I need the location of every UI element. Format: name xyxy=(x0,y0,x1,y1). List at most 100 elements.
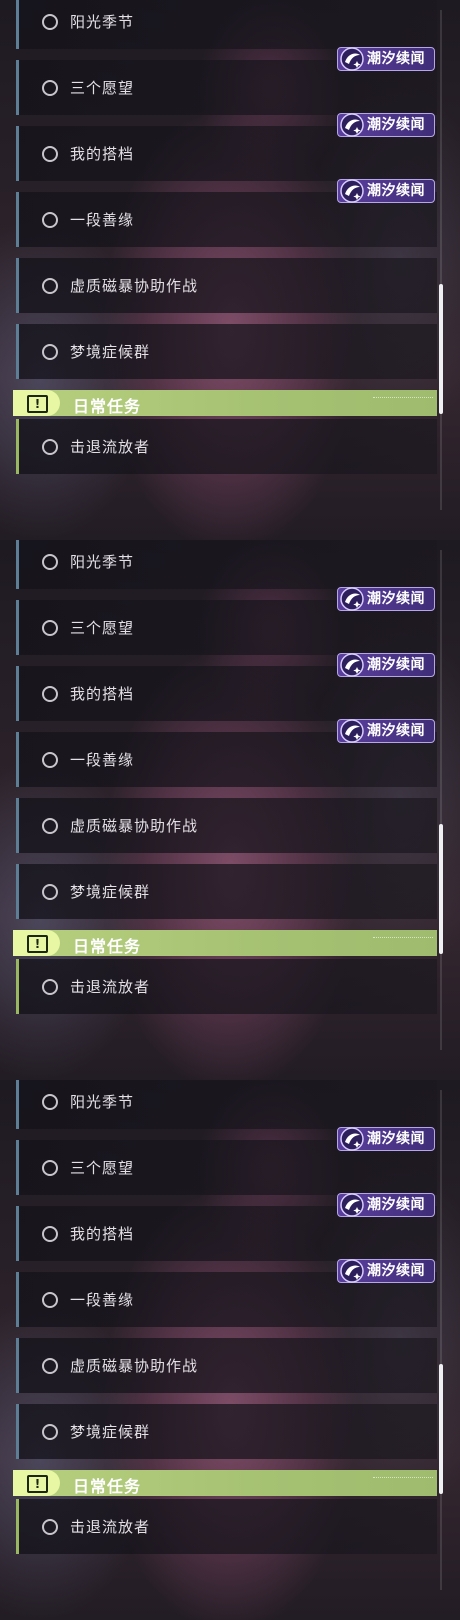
quest-item[interactable]: 梦境症候群 xyxy=(16,1404,437,1459)
quest-item[interactable]: 梦境症候群 xyxy=(16,864,437,919)
tidal-story-tag: 潮汐续闻 xyxy=(337,1193,435,1217)
radio-circle-icon xyxy=(42,146,58,162)
quest-label: 三个愿望 xyxy=(70,619,135,637)
radio-circle-icon xyxy=(42,818,58,834)
swirl-emblem-icon xyxy=(340,587,364,611)
tidal-story-tag: 潮汐续闻 xyxy=(337,179,435,203)
swirl-emblem-icon xyxy=(340,47,364,71)
exclamation-icon: ! xyxy=(27,1475,48,1493)
quest-item[interactable]: 三个愿望 潮汐续闻 xyxy=(16,587,437,655)
exclamation-icon: ! xyxy=(27,935,48,953)
quest-label: 阳光季节 xyxy=(70,1093,135,1111)
quest-item[interactable]: 一段善缘 潮汐续闻 xyxy=(16,1259,437,1327)
quest-item[interactable]: 虚质磁暴协助作战 xyxy=(16,1338,437,1393)
tidal-story-tag: 潮汐续闻 xyxy=(337,719,435,743)
daily-quests-header[interactable]: ! 日常任务 xyxy=(13,1470,437,1496)
radio-circle-icon xyxy=(42,344,58,360)
header-decoration xyxy=(373,937,433,941)
swirl-emblem-icon xyxy=(340,719,364,743)
radio-circle-icon xyxy=(42,1094,58,1110)
quest-label: 我的搭档 xyxy=(70,145,135,163)
quest-item[interactable]: 阳光季节 xyxy=(16,0,437,49)
quest-panel: 阳光季节 三个愿望 潮汐续闻 我的搭档 潮汐续闻 一段善缘 潮汐续闻 虚质磁暴协助作战 梦境症候… xyxy=(0,1080,460,1620)
section-title: 日常任务 xyxy=(73,397,142,416)
quest-item[interactable]: 三个愿望 潮汐续闻 xyxy=(16,47,437,115)
radio-circle-icon xyxy=(42,884,58,900)
scrollbar-thumb[interactable] xyxy=(439,284,443,414)
swirl-emblem-icon xyxy=(340,1127,364,1151)
swirl-emblem-icon xyxy=(340,1259,364,1283)
section-title: 日常任务 xyxy=(73,937,142,956)
section-badge: ! xyxy=(13,930,60,956)
quest-list: 阳光季节 三个愿望 潮汐续闻 我的搭档 潮汐续闻 一段善缘 潮汐续闻 虚质磁暴协助作战 梦境症候… xyxy=(13,1080,437,1565)
tidal-story-tag: 潮汐续闻 xyxy=(337,113,435,137)
radio-circle-icon xyxy=(42,1358,58,1374)
quest-item[interactable]: 我的搭档 潮汐续闻 xyxy=(16,653,437,721)
daily-quest-item[interactable]: 击退流放者 xyxy=(16,959,437,1014)
radio-circle-icon xyxy=(42,80,58,96)
swirl-emblem-icon xyxy=(340,653,364,677)
radio-circle-icon xyxy=(42,1160,58,1176)
tag-label: 潮汐续闻 xyxy=(367,51,425,67)
tag-label: 潮汐续闻 xyxy=(367,1263,425,1279)
daily-quest-item[interactable]: 击退流放者 xyxy=(16,419,437,474)
quest-item[interactable]: 三个愿望 潮汐续闻 xyxy=(16,1127,437,1195)
scrollbar-thumb[interactable] xyxy=(439,1364,443,1494)
tidal-story-tag: 潮汐续闻 xyxy=(337,653,435,677)
scrollbar[interactable] xyxy=(439,10,443,510)
radio-circle-icon xyxy=(42,212,58,228)
radio-circle-icon xyxy=(42,554,58,570)
quest-item[interactable]: 我的搭档 潮汐续闻 xyxy=(16,113,437,181)
quest-item[interactable]: 一段善缘 潮汐续闻 xyxy=(16,719,437,787)
quest-label: 梦境症候群 xyxy=(70,343,151,361)
tidal-story-tag: 潮汐续闻 xyxy=(337,1259,435,1283)
radio-circle-icon xyxy=(42,278,58,294)
daily-quest-item[interactable]: 击退流放者 xyxy=(16,1499,437,1554)
quest-label: 一段善缘 xyxy=(70,751,135,769)
quest-item[interactable]: 虚质磁暴协助作战 xyxy=(16,258,437,313)
radio-circle-icon xyxy=(42,620,58,636)
quest-label: 击退流放者 xyxy=(70,978,151,996)
quest-label: 我的搭档 xyxy=(70,1225,135,1243)
quest-item[interactable]: 虚质磁暴协助作战 xyxy=(16,798,437,853)
radio-circle-icon xyxy=(42,1519,58,1535)
quest-list: 阳光季节 三个愿望 潮汐续闻 我的搭档 潮汐续闻 一段善缘 潮汐续闻 虚质磁暴协助作战 梦境症候… xyxy=(13,540,437,1025)
scrollbar[interactable] xyxy=(439,550,443,1050)
quest-panel: 阳光季节 三个愿望 潮汐续闻 我的搭档 潮汐续闻 一段善缘 潮汐续闻 虚质磁暴协助作战 梦境症候… xyxy=(0,0,460,540)
scrollbar[interactable] xyxy=(439,1090,443,1590)
quest-item[interactable]: 梦境症候群 xyxy=(16,324,437,379)
quest-label: 击退流放者 xyxy=(70,1518,151,1536)
quest-label: 击退流放者 xyxy=(70,438,151,456)
header-decoration xyxy=(373,397,433,401)
radio-circle-icon xyxy=(42,686,58,702)
quest-item[interactable]: 我的搭档 潮汐续闻 xyxy=(16,1193,437,1261)
scrollbar-thumb[interactable] xyxy=(439,824,443,954)
daily-quests-header[interactable]: ! 日常任务 xyxy=(13,390,437,416)
quest-item[interactable]: 阳光季节 xyxy=(16,1080,437,1129)
quest-item[interactable]: 一段善缘 潮汐续闻 xyxy=(16,179,437,247)
tidal-story-tag: 潮汐续闻 xyxy=(337,587,435,611)
tag-label: 潮汐续闻 xyxy=(367,591,425,607)
quest-list-screen: 阳光季节 三个愿望 潮汐续闻 我的搭档 潮汐续闻 一段善缘 潮汐续闻 虚质磁暴协助作战 梦境症候… xyxy=(0,0,460,1620)
quest-label: 三个愿望 xyxy=(70,1159,135,1177)
swirl-emblem-icon xyxy=(340,179,364,203)
quest-label: 虚质磁暴协助作战 xyxy=(70,1357,199,1375)
quest-label: 一段善缘 xyxy=(70,1291,135,1309)
tag-label: 潮汐续闻 xyxy=(367,1197,425,1213)
quest-item[interactable]: 阳光季节 xyxy=(16,540,437,589)
tag-label: 潮汐续闻 xyxy=(367,117,425,133)
tidal-story-tag: 潮汐续闻 xyxy=(337,1127,435,1151)
radio-circle-icon xyxy=(42,14,58,30)
section-badge: ! xyxy=(13,390,60,416)
quest-label: 虚质磁暴协助作战 xyxy=(70,817,199,835)
quest-panel: 阳光季节 三个愿望 潮汐续闻 我的搭档 潮汐续闻 一段善缘 潮汐续闻 虚质磁暴协助作战 梦境症候… xyxy=(0,540,460,1080)
daily-quests-header[interactable]: ! 日常任务 xyxy=(13,930,437,956)
tag-label: 潮汐续闻 xyxy=(367,1131,425,1147)
quest-label: 三个愿望 xyxy=(70,79,135,97)
radio-circle-icon xyxy=(42,439,58,455)
quest-label: 虚质磁暴协助作战 xyxy=(70,277,199,295)
radio-circle-icon xyxy=(42,1292,58,1308)
quest-label: 一段善缘 xyxy=(70,211,135,229)
tidal-story-tag: 潮汐续闻 xyxy=(337,47,435,71)
quest-label: 阳光季节 xyxy=(70,13,135,31)
